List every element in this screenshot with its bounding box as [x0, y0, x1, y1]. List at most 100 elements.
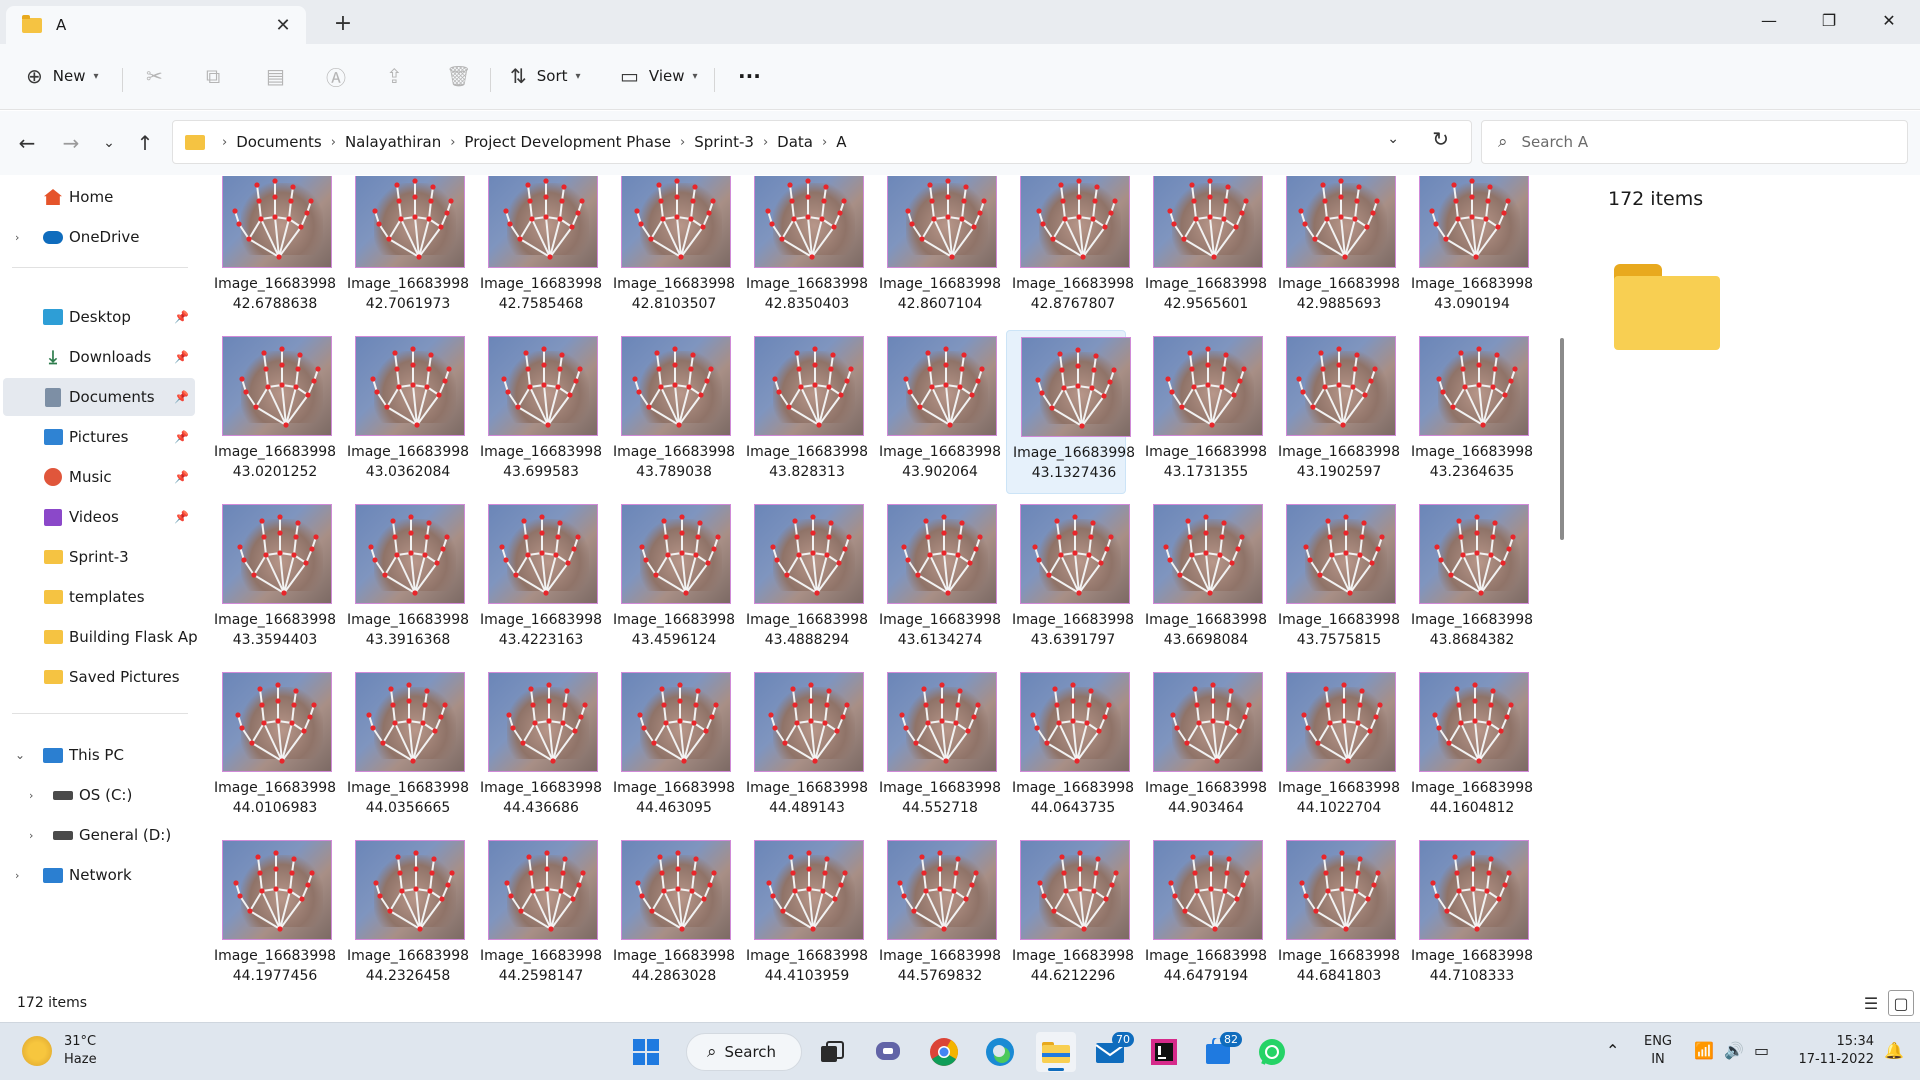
file-item[interactable]: Image_16683998 43.1731355	[1139, 330, 1267, 494]
chrome-button[interactable]	[924, 1032, 964, 1072]
whatsapp-button[interactable]	[1252, 1032, 1292, 1072]
file-item[interactable]: Image_16683998 43.4223163	[474, 498, 602, 662]
sidebar-item-general-d[interactable]: › General (D:)	[3, 816, 195, 854]
file-item[interactable]: Image_16683998 43.8684382	[1405, 498, 1533, 662]
file-item[interactable]: Image_16683998 42.8607104	[873, 176, 1001, 326]
file-item[interactable]: Image_16683998 44.903464	[1139, 666, 1267, 830]
breadcrumb-sprint-3[interactable]: Sprint-3	[694, 133, 754, 151]
file-item[interactable]: Image_16683998 43.090194	[1405, 176, 1533, 326]
file-item[interactable]: Image_16683998 43.902064	[873, 330, 1001, 494]
weather-widget[interactable]: 31°C Haze	[22, 1033, 97, 1069]
teams-chat-button[interactable]	[868, 1032, 908, 1072]
chevron-right-icon[interactable]: ›	[29, 789, 33, 802]
show-hidden-icons-chevron-up-icon[interactable]: ⌃	[1606, 1041, 1619, 1060]
file-item[interactable]: Image_16683998 44.0356665	[341, 666, 469, 830]
file-item[interactable]: Image_16683998 44.2326458	[341, 834, 469, 981]
file-item[interactable]: Image_16683998 44.552718	[873, 666, 1001, 830]
file-item[interactable]: Image_16683998 43.6391797	[1006, 498, 1134, 662]
breadcrumb-documents[interactable]: Documents	[236, 133, 322, 151]
sidebar-item-saved-pictures[interactable]: Saved Pictures	[3, 658, 195, 696]
file-item[interactable]: Image_16683998 44.0106983	[208, 666, 336, 830]
chevron-right-icon[interactable]: ›	[29, 829, 33, 842]
chevron-right-icon[interactable]: ›	[15, 869, 19, 882]
file-item[interactable]: Image_16683998 43.828313	[740, 330, 868, 494]
large-icons-view-icon[interactable]: ▢	[1888, 990, 1914, 1016]
battery-icon[interactable]: ▭	[1754, 1041, 1769, 1060]
file-item[interactable]: Image_16683998 43.3916368	[341, 498, 469, 662]
forward-arrow-icon[interactable]: →	[56, 128, 86, 158]
vertical-scrollbar[interactable]	[1556, 178, 1568, 988]
scrollbar-thumb[interactable]	[1560, 338, 1564, 540]
file-item[interactable]: Image_16683998 44.4103959	[740, 834, 868, 981]
file-item[interactable]: Image_16683998 43.789038	[607, 330, 735, 494]
file-item[interactable]: Image_16683998 43.699583	[474, 330, 602, 494]
sidebar-item-music[interactable]: Music 📌	[3, 458, 195, 496]
copy-button[interactable]: ⧉	[206, 58, 220, 94]
new-button[interactable]: ⊕ New ▾	[26, 58, 99, 94]
refresh-icon[interactable]: ↻	[1432, 127, 1449, 151]
sidebar-item-documents[interactable]: Documents 📌	[3, 378, 195, 416]
file-item[interactable]: Image_16683998 43.4596124	[607, 498, 735, 662]
language-indicator[interactable]: ENG IN	[1642, 1033, 1674, 1069]
breadcrumb-nalayathiran[interactable]: Nalayathiran	[345, 133, 441, 151]
edge-button[interactable]	[980, 1032, 1020, 1072]
chevron-right-icon[interactable]: ›	[15, 231, 19, 244]
share-button[interactable]: ⇪	[386, 58, 403, 94]
file-item[interactable]: Image_16683998 42.9565601	[1139, 176, 1267, 326]
rename-button[interactable]: Ⓐ	[326, 58, 346, 94]
taskbar-search[interactable]: ⌕ Search	[686, 1033, 802, 1071]
maximize-button[interactable]: ❐	[1800, 0, 1858, 40]
file-item[interactable]: Image_16683998 42.6788638	[208, 176, 336, 326]
file-item[interactable]: Image_16683998 44.7108333	[1405, 834, 1533, 981]
back-arrow-icon[interactable]: ←	[12, 128, 42, 158]
file-item[interactable]: Image_16683998 43.6134274	[873, 498, 1001, 662]
tab-close-button[interactable]: ✕	[270, 12, 296, 38]
file-item[interactable]: Image_16683998 44.6212296	[1006, 834, 1134, 981]
tab-a[interactable]: A ✕	[6, 6, 306, 44]
file-item[interactable]: Image_16683998 43.0362084	[341, 330, 469, 494]
file-item[interactable]: Image_16683998 44.489143	[740, 666, 868, 830]
file-item[interactable]: Image_16683998 44.6479194	[1139, 834, 1267, 981]
notification-bell-icon[interactable]: 🔔	[1884, 1041, 1904, 1060]
view-button[interactable]: ▭ View ▾	[620, 58, 698, 94]
paste-button[interactable]: ▤	[266, 58, 285, 94]
file-item[interactable]: Image_16683998 42.8103507	[607, 176, 735, 326]
sidebar-item-building-flask[interactable]: Building Flask Appl	[3, 618, 197, 656]
store-button[interactable]: 82	[1198, 1032, 1242, 1072]
file-item[interactable]: Image_16683998 44.0643735	[1006, 666, 1134, 830]
file-item[interactable]: Image_16683998 44.1977456	[208, 834, 336, 981]
sidebar-item-home[interactable]: Home	[3, 178, 195, 216]
breadcrumb-chevron-icon[interactable]: ›	[331, 135, 336, 150]
delete-button[interactable]: 🗑	[446, 58, 471, 94]
file-item[interactable]: Image_16683998 42.8767807	[1006, 176, 1134, 326]
recent-locations-chevron-icon[interactable]: ⌄	[94, 128, 124, 158]
sidebar-item-desktop[interactable]: Desktop 📌	[3, 298, 195, 336]
file-item[interactable]: Image_16683998 43.2364635	[1405, 330, 1533, 494]
sort-button[interactable]: ⇅ Sort ▾	[510, 58, 581, 94]
sidebar-item-os-c[interactable]: › OS (C:)	[3, 776, 195, 814]
breadcrumb-chevron-icon[interactable]: ›	[822, 135, 827, 150]
file-item[interactable]: Image_16683998 43.7575815	[1272, 498, 1400, 662]
search-box[interactable]: ⌕	[1481, 120, 1908, 164]
sidebar-item-onedrive[interactable]: › OneDrive	[3, 218, 195, 256]
file-item[interactable]: Image_16683998 43.1902597	[1272, 330, 1400, 494]
cut-button[interactable]: ✂	[146, 58, 163, 94]
task-view-button[interactable]	[812, 1032, 852, 1072]
volume-icon[interactable]: 🔊	[1724, 1041, 1744, 1060]
address-bar[interactable]: › Documents › Nalayathiran › Project Dev…	[172, 120, 1472, 164]
breadcrumb-project-development-phase[interactable]: Project Development Phase	[464, 133, 671, 151]
file-item[interactable]: Image_16683998 44.2598147	[474, 834, 602, 981]
breadcrumb-data[interactable]: Data	[777, 133, 813, 151]
file-item[interactable]: Image_16683998 44.463095	[607, 666, 735, 830]
file-item[interactable]: Image_16683998 43.3594403	[208, 498, 336, 662]
file-item[interactable]: Image_16683998 42.8350403	[740, 176, 868, 326]
sidebar-item-network[interactable]: › Network	[3, 856, 195, 894]
sidebar-item-this-pc[interactable]: ⌄ This PC	[3, 736, 195, 774]
sidebar-item-videos[interactable]: Videos 📌	[3, 498, 195, 536]
intellij-button[interactable]	[1144, 1032, 1184, 1072]
sidebar-item-sprint-3[interactable]: Sprint-3	[3, 538, 195, 576]
file-item[interactable]: Image_16683998 43.6698084	[1139, 498, 1267, 662]
sidebar-item-pictures[interactable]: Pictures 📌	[3, 418, 195, 456]
up-arrow-icon[interactable]: ↑	[130, 128, 160, 158]
file-item[interactable]: Image_16683998 44.6841803	[1272, 834, 1400, 981]
